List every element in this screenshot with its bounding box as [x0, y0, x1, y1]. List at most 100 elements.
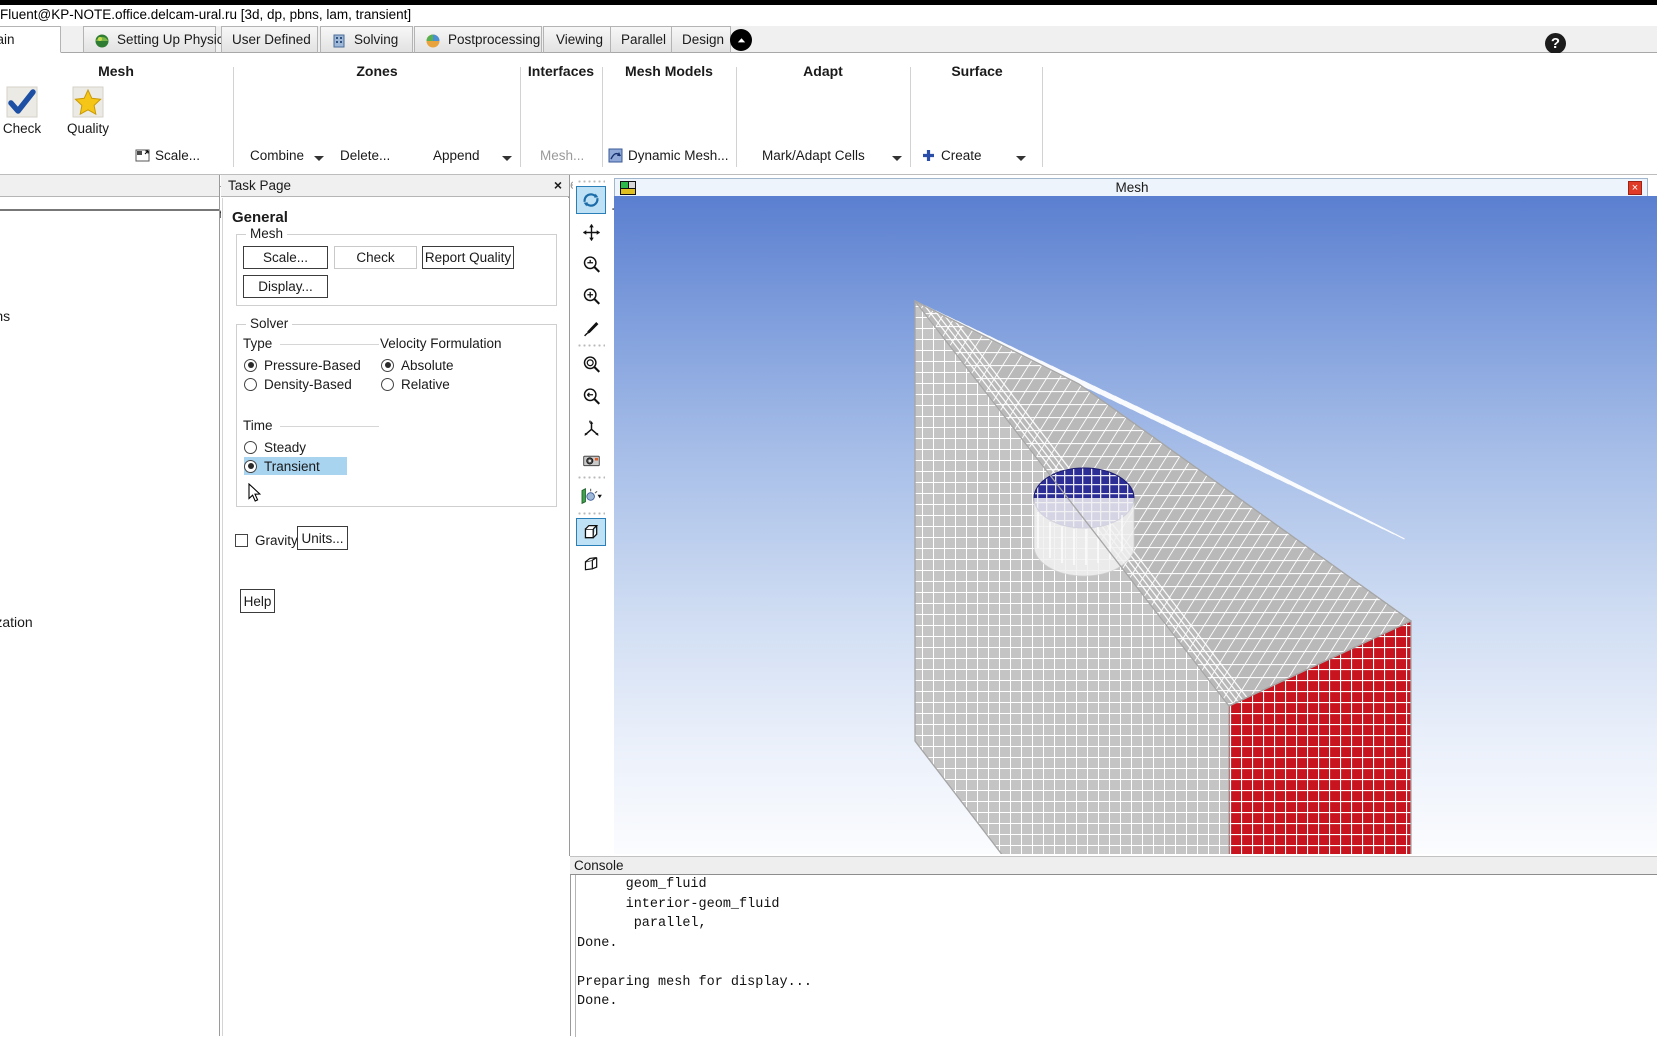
perspective-view-icon[interactable] — [576, 550, 606, 578]
radio-indicator — [381, 378, 394, 391]
velocity-formulation-label: Velocity Formulation — [380, 336, 502, 351]
mesh-check-button[interactable]: Check — [0, 85, 53, 136]
help-glyph: ? — [1551, 35, 1560, 52]
mesh-quality-button[interactable]: Quality — [57, 85, 119, 136]
divider — [280, 426, 379, 427]
rotate-view-icon[interactable] — [576, 186, 606, 214]
zones-append-button[interactable]: Append — [433, 145, 480, 165]
units-button[interactable]: Units... — [297, 526, 348, 550]
group-title: Zones — [236, 63, 518, 79]
gravity-label: Gravity — [255, 533, 298, 548]
gravity-checkbox[interactable]: Gravity — [235, 533, 298, 548]
radio-absolute[interactable]: Absolute — [381, 356, 454, 374]
solver-fieldset: Solver Type Pressure-Based Density-Based… — [236, 324, 557, 507]
radio-density-based[interactable]: Density-Based — [244, 375, 352, 393]
outline-tree-panel[interactable]: onditions Conditions esh Values initions… — [0, 175, 220, 1036]
tree-subheader — [0, 197, 220, 211]
postprocessing-icon — [425, 32, 441, 48]
radio-transient[interactable]: Transient — [244, 457, 347, 475]
tab-design[interactable]: Design — [671, 26, 731, 53]
tab-parallel[interactable]: Parallel — [610, 26, 673, 53]
zones-combine-button[interactable]: Combine — [250, 145, 304, 165]
check-mark-icon — [5, 85, 39, 119]
help-icon[interactable]: ? — [1545, 33, 1566, 54]
chevron-down-icon[interactable] — [892, 156, 902, 161]
zoom-out-icon[interactable] — [576, 382, 606, 410]
pan-view-icon[interactable] — [576, 218, 606, 246]
divider — [520, 67, 521, 167]
check-button[interactable]: Check — [334, 246, 417, 269]
chevron-down-icon[interactable] — [502, 156, 512, 161]
help-button[interactable]: Help — [240, 589, 275, 613]
divider — [233, 67, 234, 167]
radio-steady[interactable]: Steady — [244, 438, 306, 456]
tab-postprocessing[interactable]: Postprocessing — [414, 26, 542, 53]
radio-label: Steady — [264, 440, 306, 455]
fit-to-window-icon[interactable] — [576, 350, 606, 378]
ribbon-group-mesh-models: Mesh Models Dynamic Mesh... Mixing Plane… — [604, 53, 734, 175]
tab-label: User Defined — [232, 27, 311, 53]
tab-label: Postprocessing — [448, 27, 540, 53]
orthographic-view-icon[interactable] — [576, 518, 606, 546]
tab-setting-up-physics[interactable]: Setting Up Physics — [83, 26, 216, 53]
page-title: General — [232, 209, 288, 226]
mesh-scale-button[interactable]: Scale... — [135, 145, 200, 165]
close-icon[interactable]: × — [554, 178, 562, 192]
task-page-header: Task Page × — [221, 175, 569, 197]
divider — [602, 67, 603, 167]
radio-relative[interactable]: Relative — [381, 375, 450, 393]
tab-user-defined[interactable]: User Defined — [221, 26, 318, 53]
surface-create-button[interactable]: Create — [921, 145, 982, 165]
toolbar-separator — [577, 476, 605, 479]
chevron-down-icon[interactable] — [1016, 156, 1026, 161]
zoom-to-region-icon[interactable] — [576, 250, 606, 278]
scale-button[interactable]: Scale... — [243, 246, 328, 269]
group-title: Surface — [912, 63, 1042, 79]
lighting-icon[interactable] — [576, 482, 606, 510]
mesh-viewport[interactable] — [614, 196, 1657, 854]
chevron-down-icon[interactable] — [314, 156, 324, 161]
graphics-tab-strip: Mesh × — [610, 178, 1657, 196]
tab-label: Parallel — [621, 27, 666, 53]
ribbon-group-zones: Zones Combine Separate Adjacency... Dele… — [236, 53, 518, 175]
probe-picker-icon[interactable] — [576, 314, 606, 342]
mesh-window-icon — [620, 181, 636, 195]
button-label: Mesh... — [540, 148, 584, 163]
graphics-tab-mesh[interactable]: Mesh × — [614, 178, 1648, 196]
tab-viewing[interactable]: Viewing — [543, 26, 616, 53]
task-page-body: General Mesh Scale... Check Report Quali… — [222, 198, 569, 1036]
display-button[interactable]: Display... — [243, 275, 328, 298]
radio-label: Absolute — [401, 358, 454, 373]
radio-label: Pressure-Based — [264, 358, 361, 373]
radio-pressure-based[interactable]: Pressure-Based — [244, 356, 361, 374]
tab-setting-up-domain[interactable]: Up Domain — [0, 26, 61, 53]
radio-label: Density-Based — [264, 377, 352, 392]
zones-delete-button[interactable]: Delete... — [340, 145, 390, 165]
divider — [1042, 67, 1043, 167]
button-label: Create — [941, 148, 982, 163]
toolbar-grip — [577, 180, 605, 183]
collapse-ribbon-button[interactable] — [730, 29, 752, 51]
dynamic-mesh-button[interactable]: Dynamic Mesh... — [608, 145, 729, 165]
report-quality-button[interactable]: Report Quality — [422, 246, 514, 269]
time-group-label: Time — [243, 418, 273, 433]
tree-item[interactable]: Conditions — [0, 307, 10, 325]
group-title: Interfaces — [522, 63, 600, 79]
button-label: Mark/Adapt Cells — [762, 148, 865, 163]
mesh-inlet-patch — [1034, 468, 1134, 576]
button-label: Scale... — [155, 148, 200, 163]
zoom-in-icon[interactable] — [576, 282, 606, 310]
tab-label: Viewing — [554, 27, 605, 53]
axis-triad-icon[interactable] — [576, 414, 606, 442]
tree-item[interactable]: Customization — [0, 613, 33, 631]
console-panel[interactable]: geom_fluid interior-geom_fluid parallel,… — [570, 874, 1657, 1036]
tab-solving[interactable]: Solving — [320, 26, 413, 53]
close-icon[interactable]: × — [1628, 181, 1642, 195]
dynamic-mesh-icon — [608, 148, 623, 163]
radio-label: Transient — [264, 459, 320, 474]
camera-snapshot-icon[interactable] — [576, 446, 606, 474]
radio-indicator — [244, 359, 257, 372]
star-icon — [71, 85, 105, 119]
ribbon-group-adapt: Adapt Mark/Adapt Cells Manage Registers.… — [738, 53, 908, 175]
mark-adapt-cells-button[interactable]: Mark/Adapt Cells — [762, 145, 865, 165]
